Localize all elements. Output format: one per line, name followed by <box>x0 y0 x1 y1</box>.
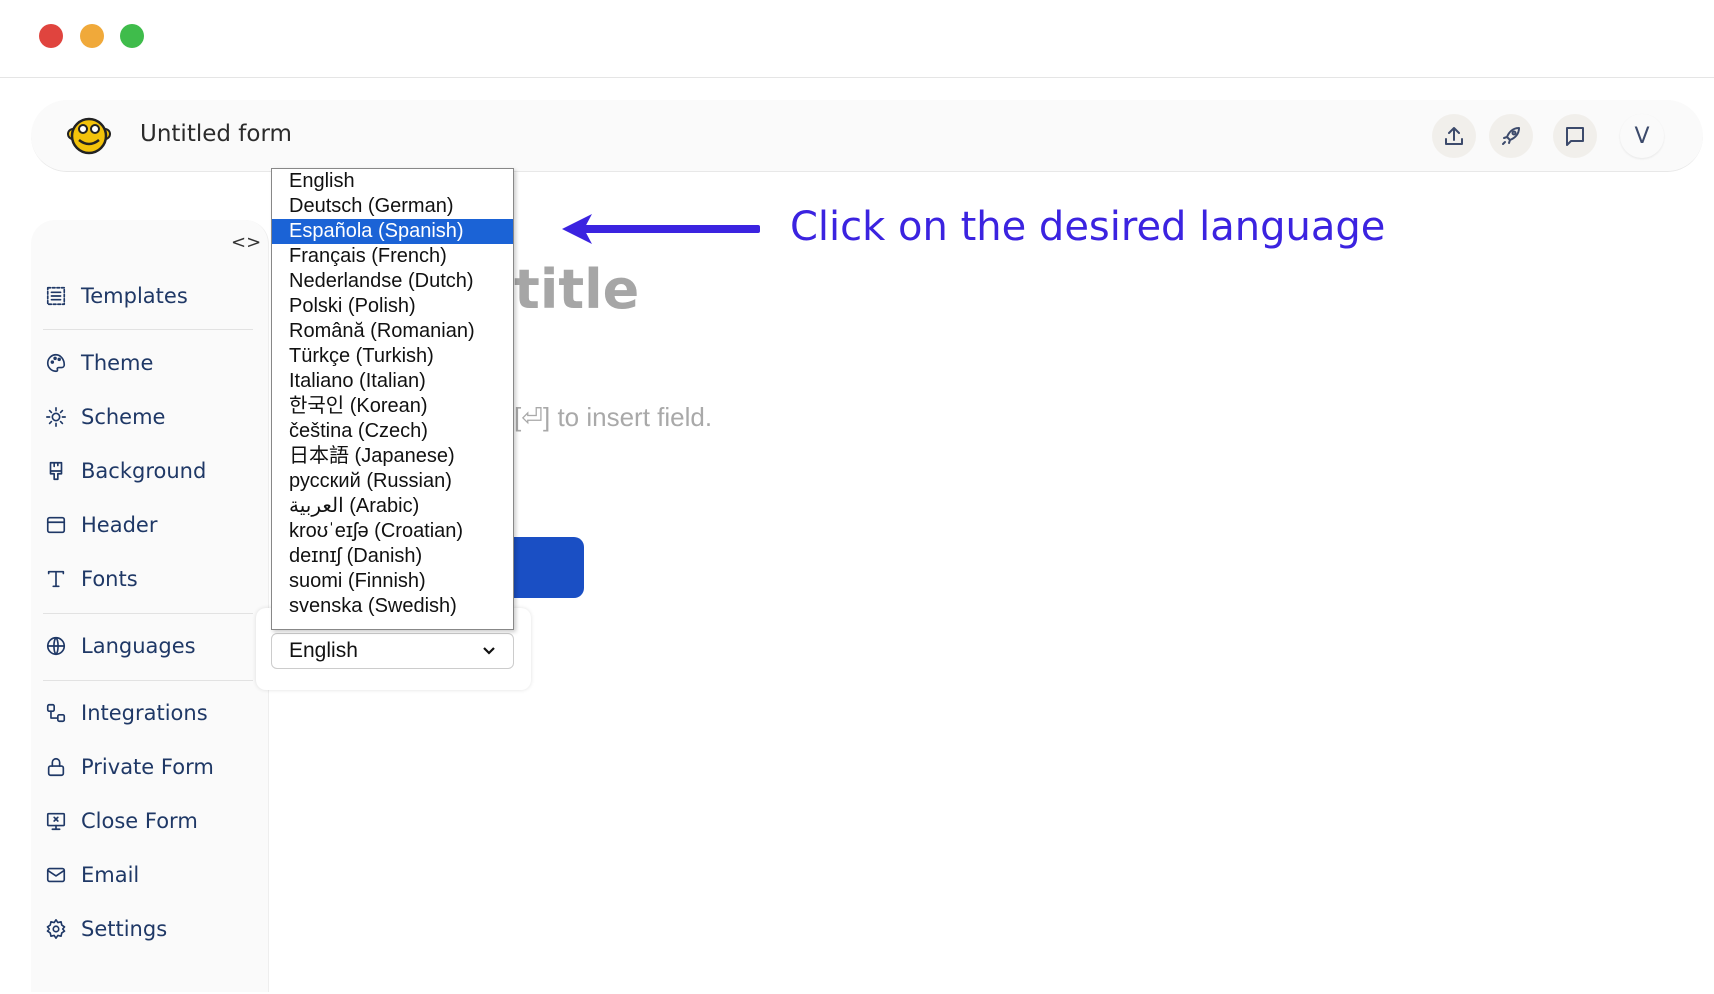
upload-icon <box>1445 127 1463 145</box>
feedback-button[interactable] <box>1553 114 1597 158</box>
gear-icon <box>46 919 66 939</box>
annotation-arrow <box>562 214 760 244</box>
sidebar-item-label: Languages <box>81 634 196 658</box>
divider <box>0 77 1714 78</box>
language-option[interactable]: Polski (Polish) <box>272 294 513 319</box>
language-option[interactable]: 한국인 (Korean) <box>272 394 513 419</box>
integrations-icon <box>46 703 66 723</box>
divider <box>43 613 253 614</box>
language-option[interactable]: deɪnɪʃ (Danish) <box>272 544 513 569</box>
app-header: Untitled form V <box>31 100 1703 172</box>
sidebar-item-label: Private Form <box>81 755 214 779</box>
language-dropdown-list: English Deutsch (German) Española (Spanish… <box>271 168 514 630</box>
globe-icon <box>46 636 66 656</box>
window-maximize-button[interactable] <box>120 24 144 48</box>
collapse-sidebar-toggle[interactable]: <> <box>231 232 261 253</box>
sidebar-item-private-form[interactable]: Private Form <box>45 750 214 784</box>
close-form-icon <box>46 812 66 831</box>
brush-icon <box>49 461 63 481</box>
language-option[interactable]: русский (Russian) <box>272 469 513 494</box>
language-option[interactable]: Français (French) <box>272 244 513 269</box>
rocket-icon <box>1502 127 1520 145</box>
divider <box>43 329 253 330</box>
sidebar-item-label: Background <box>81 459 207 483</box>
sidebar-item-header[interactable]: Header <box>45 508 157 542</box>
language-option[interactable]: Deutsch (German) <box>272 194 513 219</box>
language-select[interactable]: English <box>271 633 514 669</box>
form-title[interactable]: Untitled form <box>140 121 292 147</box>
sidebar-item-label: Header <box>81 513 158 537</box>
sidebar-item-templates[interactable]: Templates <box>45 279 188 313</box>
templates-icon <box>46 286 66 306</box>
language-option[interactable]: suomi (Finnish) <box>272 569 513 594</box>
sidebar-item-close-form[interactable]: Close Form <box>45 804 198 838</box>
language-option[interactable]: العربية (Arabic) <box>272 494 513 519</box>
language-option[interactable]: Română (Romanian) <box>272 319 513 344</box>
chat-icon <box>1566 127 1584 146</box>
avatar[interactable]: V <box>1620 114 1664 158</box>
language-option[interactable]: kroʊˈeɪʃə (Croatian) <box>272 519 513 544</box>
language-option[interactable]: Türkçe (Turkish) <box>272 344 513 369</box>
sidebar-item-label: Theme <box>81 351 154 375</box>
publish-button[interactable] <box>1489 114 1533 158</box>
language-option[interactable]: Española (Spanish) <box>272 219 513 244</box>
palette-icon <box>47 353 66 373</box>
sidebar-item-fonts[interactable]: Fonts <box>45 562 138 596</box>
sidebar-item-label: Integrations <box>81 701 208 725</box>
sidebar-item-label: Templates <box>81 284 188 308</box>
header-icon <box>46 516 66 534</box>
divider <box>43 680 253 681</box>
window-close-button[interactable] <box>39 24 63 48</box>
sidebar-item-label: Fonts <box>81 567 138 591</box>
sidebar-item-settings[interactable]: Settings <box>45 912 167 946</box>
language-option[interactable]: English <box>272 169 513 194</box>
sidebar-item-background[interactable]: Background <box>45 454 206 488</box>
language-select-value: English <box>289 639 358 662</box>
type-icon <box>47 570 65 588</box>
insert-field-hint: [⏎] to insert field. <box>514 402 713 432</box>
language-option[interactable]: Italiano (Italian) <box>272 369 513 394</box>
language-option[interactable]: čeština (Czech) <box>272 419 513 444</box>
sidebar-item-email[interactable]: Email <box>45 858 139 892</box>
window-minimize-button[interactable] <box>80 24 104 48</box>
sidebar-item-label: Close Form <box>81 809 198 833</box>
form-title-heading[interactable]: title <box>514 258 639 321</box>
sidebar-item-label: Email <box>81 863 140 887</box>
annotation-text: Click on the desired language <box>790 204 1386 250</box>
lock-icon <box>47 757 65 777</box>
monkey-logo-icon <box>67 117 111 155</box>
language-option[interactable]: svenska (Swedish) <box>272 594 513 619</box>
sidebar-item-label: Scheme <box>81 405 166 429</box>
sidebar-item-integrations[interactable]: Integrations <box>45 696 208 730</box>
mail-icon <box>46 867 66 883</box>
chevron-down-icon <box>483 647 495 655</box>
sidebar-item-theme[interactable]: Theme <box>45 346 153 380</box>
sidebar-item-scheme[interactable]: Scheme <box>45 400 165 434</box>
sidebar-item-languages[interactable]: Languages <box>45 629 196 663</box>
language-option[interactable]: 日本語 (Japanese) <box>272 444 513 469</box>
language-option[interactable]: Nederlandse (Dutch) <box>272 269 513 294</box>
sun-icon <box>46 407 66 427</box>
sidebar: <> Templates Theme Scheme Background Hea… <box>31 220 269 992</box>
sidebar-item-label: Settings <box>81 917 168 941</box>
upload-button[interactable] <box>1432 114 1476 158</box>
